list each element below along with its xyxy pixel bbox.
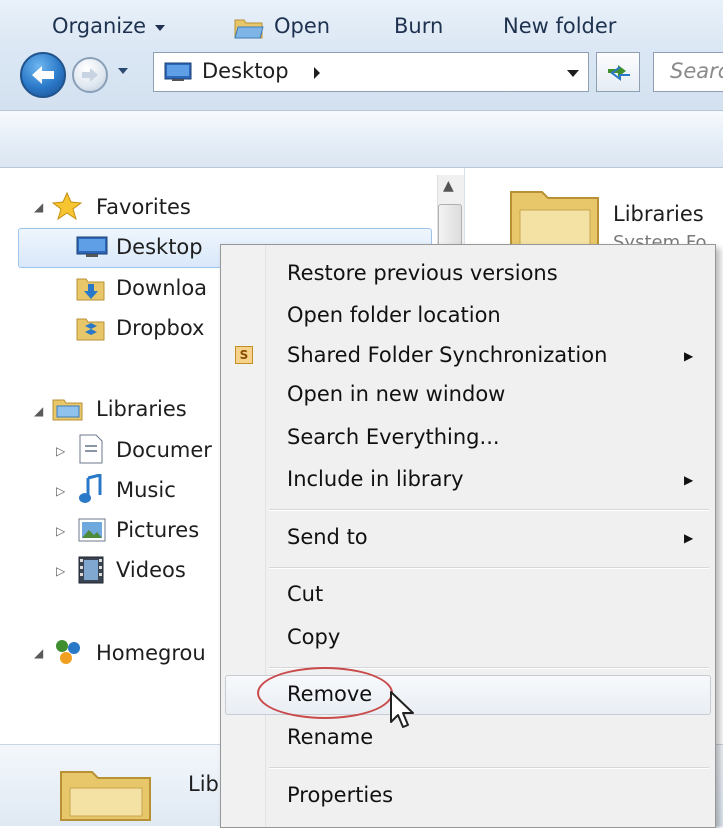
chevron-down-icon: [155, 25, 165, 31]
submenu-arrow-icon: ▶: [684, 531, 694, 545]
back-button[interactable]: [20, 52, 66, 98]
documents-icon: [79, 434, 103, 464]
submenu-arrow-icon: ▶: [684, 349, 694, 363]
submenu-arrow-icon: ▶: [684, 473, 694, 487]
expand-triangle-icon[interactable]: ◢: [34, 404, 43, 418]
open-button[interactable]: Open: [274, 14, 330, 38]
nav-dropbox[interactable]: Dropbox: [116, 316, 204, 340]
nav-downloads[interactable]: Downloa: [116, 276, 207, 300]
menu-send-to[interactable]: Send to: [287, 525, 368, 549]
back-arrow-icon: [32, 66, 54, 84]
highlight-oval-annotation: [257, 667, 393, 719]
downloads-folder-icon: [76, 278, 105, 301]
nav-homegroup[interactable]: Homegrou: [96, 641, 206, 665]
details-folder-icon: [60, 771, 151, 821]
content-item-label[interactable]: Libraries: [613, 202, 704, 226]
history-dropdown-icon[interactable]: [116, 64, 130, 78]
expand-triangle-icon[interactable]: ◢: [34, 646, 43, 660]
collapse-triangle-icon[interactable]: ▷: [56, 524, 65, 538]
nav-favorites[interactable]: Favorites: [96, 195, 191, 219]
open-folder-icon: [234, 19, 264, 39]
collapse-triangle-icon[interactable]: ▷: [56, 484, 65, 498]
context-menu: Restore previous versions Open folder lo…: [220, 244, 716, 828]
refresh-icon: [608, 65, 630, 81]
menu-rename[interactable]: Rename: [287, 725, 373, 749]
collapse-triangle-icon[interactable]: ▷: [56, 564, 65, 578]
menu-restore-previous-versions[interactable]: Restore previous versions: [287, 261, 558, 285]
homegroup-icon: [56, 640, 80, 664]
burn-button[interactable]: Burn: [394, 14, 443, 38]
menu-cut[interactable]: Cut: [287, 582, 323, 606]
menu-search-everything[interactable]: Search Everything...: [287, 425, 500, 449]
collapse-triangle-icon[interactable]: ▷: [56, 444, 65, 458]
menu-separator: [269, 509, 709, 511]
scroll-up-icon[interactable]: ▲: [443, 178, 454, 194]
nav-videos[interactable]: Videos: [116, 558, 186, 582]
menu-copy[interactable]: Copy: [287, 625, 340, 649]
music-icon: [79, 474, 102, 503]
nav-documents[interactable]: Documer: [116, 438, 212, 462]
details-label: Lib: [188, 772, 219, 796]
menu-separator: [269, 567, 709, 569]
star-icon: [52, 192, 82, 220]
nav-music[interactable]: Music: [116, 478, 176, 502]
dropbox-folder-icon: [76, 318, 105, 341]
refresh-button[interactable]: [596, 52, 640, 92]
menu-shared-folder-synchronization[interactable]: Shared Folder Synchronization: [287, 343, 607, 367]
organize-button[interactable]: Organize: [52, 14, 146, 38]
expand-triangle-icon[interactable]: ◢: [34, 200, 43, 214]
search-input[interactable]: Searc: [653, 52, 723, 92]
shared-folder-sync-icon: S: [235, 346, 253, 364]
menu-properties[interactable]: Properties: [287, 783, 393, 807]
address-bar[interactable]: Desktop: [153, 52, 589, 92]
new-folder-button[interactable]: New folder: [503, 14, 616, 38]
nav-pictures[interactable]: Pictures: [116, 518, 199, 542]
menu-open-in-new-window[interactable]: Open in new window: [287, 382, 505, 406]
menu-separator: [269, 767, 709, 769]
search-placeholder: Searc: [670, 59, 723, 83]
forward-arrow-icon: [82, 68, 98, 82]
videos-icon: [78, 556, 104, 584]
chevron-right-icon[interactable]: [312, 66, 322, 80]
pictures-icon: [78, 518, 106, 542]
chevron-down-icon[interactable]: [566, 68, 580, 78]
desktop-icon: [164, 62, 192, 81]
desktop-icon: [76, 236, 108, 257]
address-location: Desktop: [202, 59, 289, 83]
context-menu-gutter: [221, 245, 266, 827]
nav-desktop[interactable]: Desktop: [116, 235, 203, 259]
libraries-icon: [52, 399, 83, 421]
menu-include-in-library[interactable]: Include in library: [287, 467, 464, 491]
forward-button[interactable]: [72, 57, 108, 93]
menu-open-folder-location[interactable]: Open folder location: [287, 303, 501, 327]
command-toolbar: [0, 110, 723, 168]
nav-libraries[interactable]: Libraries: [96, 397, 187, 421]
mouse-cursor-icon: [390, 691, 414, 728]
